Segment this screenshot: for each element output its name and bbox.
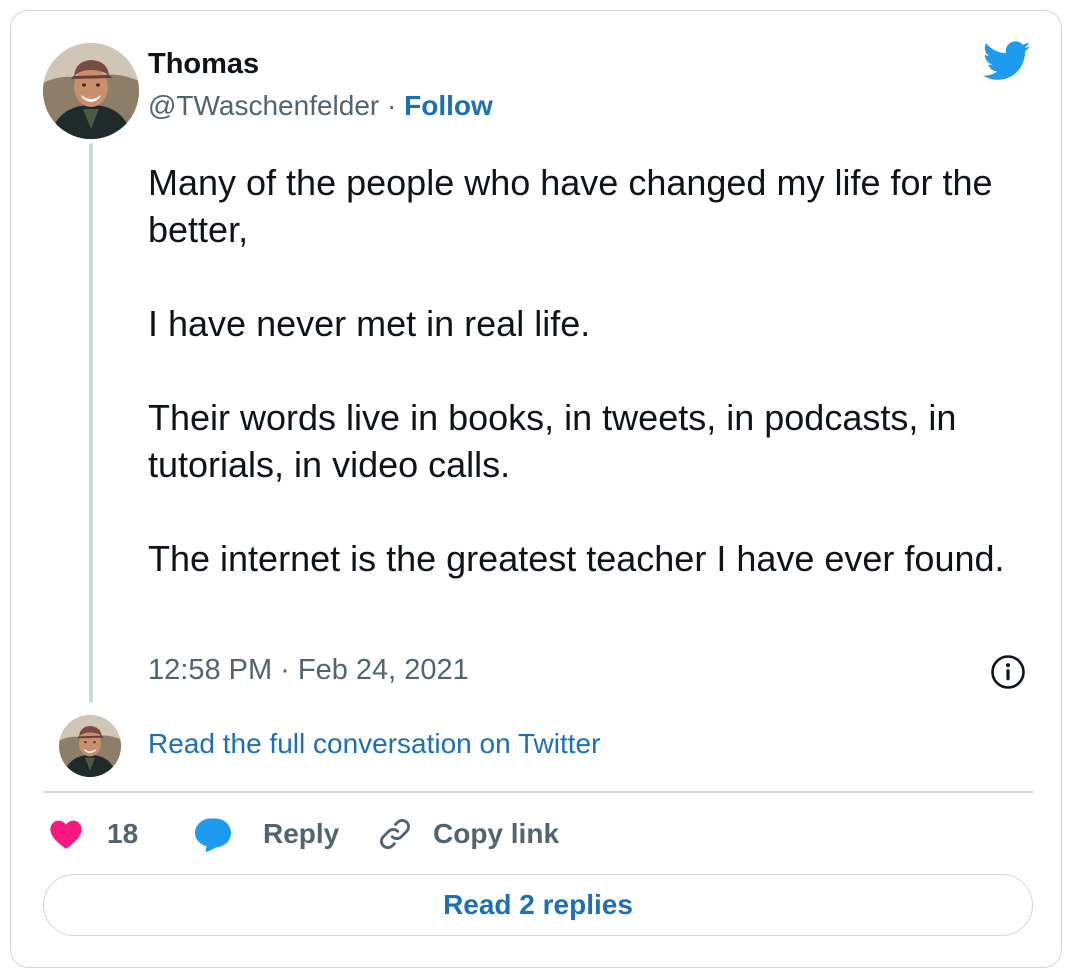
read-full-conversation-link[interactable]: Read the full conversation on Twitter <box>148 727 600 761</box>
speech-bubble-icon <box>195 818 231 852</box>
tweet-paragraph: The internet is the greatest teacher I h… <box>148 538 1005 579</box>
avatar-photo <box>43 43 139 139</box>
copy-link-button[interactable]: Copy link <box>377 811 559 857</box>
author-handle[interactable]: @TWaschenfelder <box>148 90 379 121</box>
tweet-paragraph: I have never met in real life. <box>148 303 591 344</box>
author-handle-row: @TWaschenfelder · Follow <box>148 89 493 123</box>
author-avatar[interactable] <box>43 43 139 139</box>
heart-icon <box>50 820 82 849</box>
thread-line <box>89 143 93 703</box>
tweet-paragraph: Many of the people who have changed my l… <box>148 162 993 250</box>
reply-label: Reply <box>263 818 340 849</box>
twitter-bird-icon[interactable] <box>983 41 1031 83</box>
read-replies-button[interactable]: Read 2 replies <box>43 874 1033 936</box>
tweet-text: Many of the people who have changed my l… <box>148 159 1048 582</box>
copy-link-label: Copy link <box>433 818 560 849</box>
reply-button[interactable]: Reply <box>193 811 339 857</box>
info-icon[interactable] <box>990 654 1026 690</box>
link-icon <box>380 819 410 849</box>
avatar-photo <box>59 715 121 777</box>
like-count: 18 <box>107 818 139 849</box>
like-button[interactable]: 18 <box>49 811 138 857</box>
tweet-paragraph: Their words live in books, in tweets, in… <box>148 397 957 485</box>
handle-separator: · <box>387 90 397 121</box>
tweet-card: Thomas @TWaschenfelder · Follow Many of … <box>10 10 1062 968</box>
author-name[interactable]: Thomas <box>148 47 259 81</box>
conversation-avatar[interactable] <box>59 715 121 777</box>
follow-button[interactable]: Follow <box>404 90 493 121</box>
read-replies-label: Read 2 replies <box>443 889 633 920</box>
tweet-timestamp[interactable]: 12:58 PM · Feb 24, 2021 <box>148 653 469 687</box>
divider <box>43 791 1033 793</box>
